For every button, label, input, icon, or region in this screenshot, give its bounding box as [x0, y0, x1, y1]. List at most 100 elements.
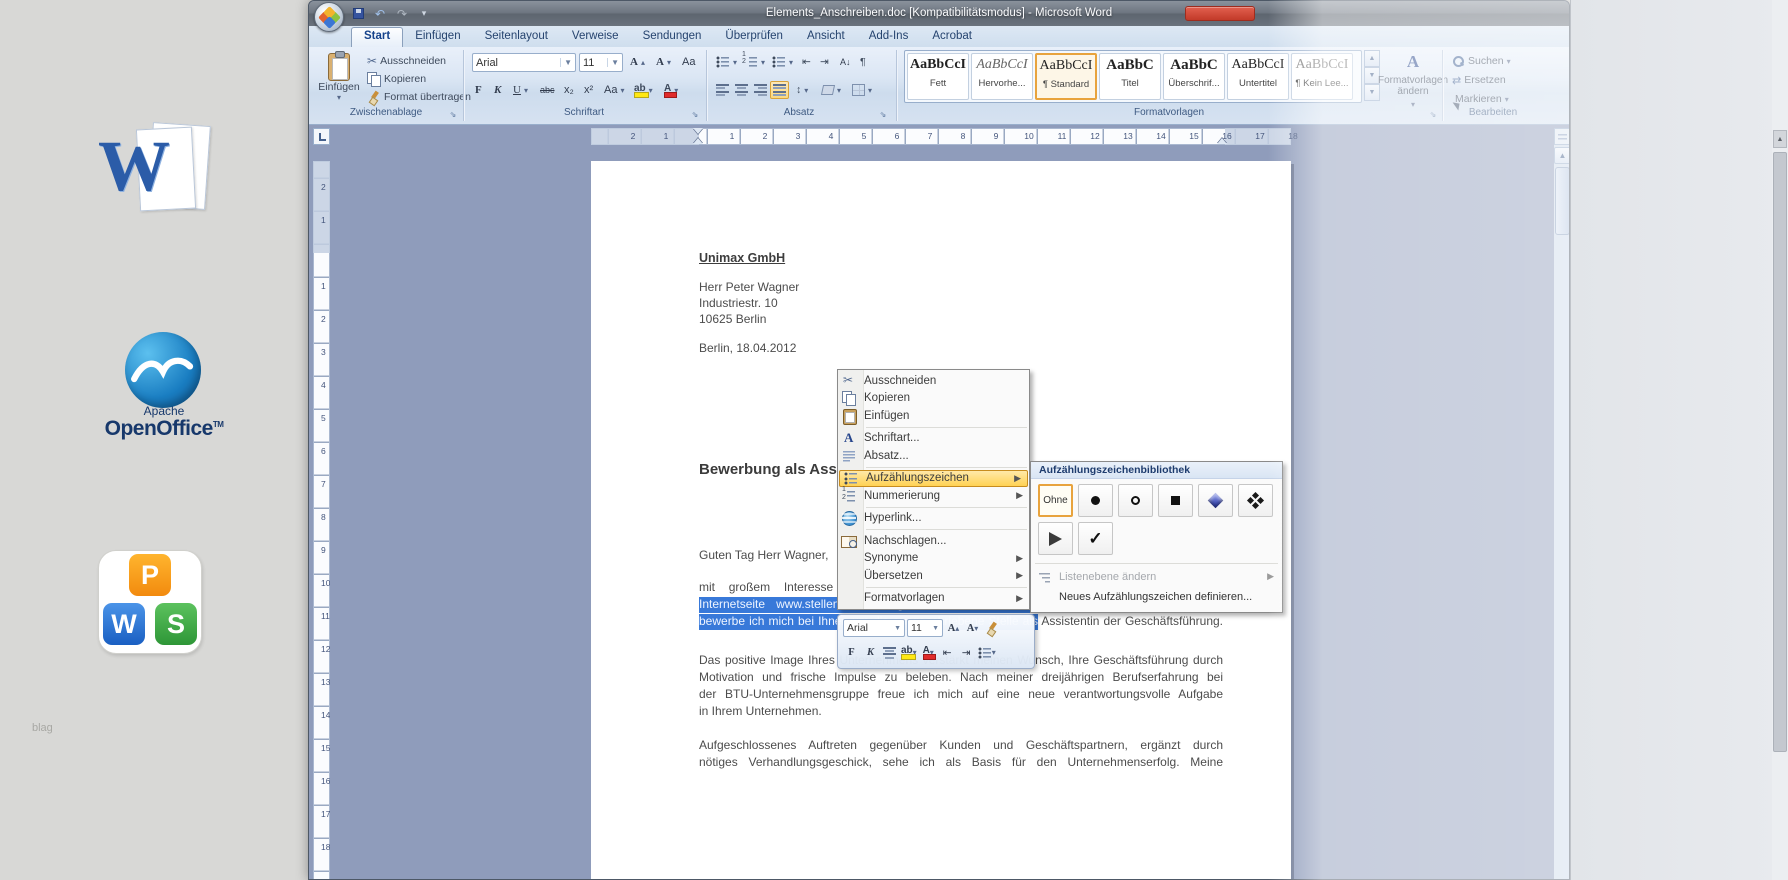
- bullet-option-fourdiamond[interactable]: [1238, 484, 1273, 517]
- tab-start[interactable]: Start: [351, 27, 403, 47]
- document-scrollbar[interactable]: ▲: [1554, 128, 1570, 880]
- highlight-color-button[interactable]: ab▾: [631, 81, 656, 99]
- increase-indent-button[interactable]: ⇥: [817, 53, 832, 71]
- align-left-button[interactable]: [713, 81, 732, 99]
- wps-desktop-icon[interactable]: P W S: [98, 550, 202, 654]
- redo-button[interactable]: ↷: [393, 5, 411, 22]
- scroll-up-button[interactable]: ▲: [1554, 147, 1570, 164]
- context-menu-item-formatvorlagen[interactable]: Formatvorlagen▶: [838, 590, 1029, 608]
- align-right-button[interactable]: [751, 81, 770, 99]
- find-button[interactable]: Suchen▾: [1449, 52, 1514, 70]
- paragraph-dialog-launcher[interactable]: ⇘: [877, 108, 889, 120]
- doc-city-line[interactable]: 10625 Berlin: [699, 312, 1223, 329]
- doc-paragraph-line[interactable]: der BTU-Unternehmensgruppe freue ich mic…: [699, 687, 1223, 704]
- style-kein-lee[interactable]: AaBbCcI¶ Kein Lee...: [1291, 53, 1353, 100]
- superscript-button[interactable]: x²: [581, 81, 596, 99]
- context-menu-item-schriftart[interactable]: Schriftart...: [838, 430, 1029, 448]
- justify-button[interactable]: [770, 81, 789, 99]
- style-titel[interactable]: AaBbCTitel: [1099, 53, 1161, 100]
- mini-align-center-button[interactable]: [881, 644, 898, 661]
- format-painter-button[interactable]: Format übertragen: [364, 88, 474, 106]
- clear-formatting-button[interactable]: Aa: [679, 53, 698, 71]
- mini-shrink-font-button[interactable]: A▾: [964, 620, 981, 637]
- context-menu-item-synonyme[interactable]: Synonyme▶: [838, 550, 1029, 568]
- tab-einfügen[interactable]: Einfügen: [403, 27, 472, 47]
- page-scrollbar[interactable]: ▲: [1772, 0, 1788, 880]
- mini-bullets-button[interactable]: ▾: [977, 644, 997, 661]
- vertical-ruler[interactable]: 21123456789101112131415161718: [313, 147, 330, 880]
- context-menu-item-hyperlink[interactable]: Hyperlink...: [838, 510, 1029, 528]
- context-menu-item-absatz[interactable]: Absatz...: [838, 447, 1029, 465]
- context-menu-item-aufzählungszeichen[interactable]: Aufzählungszeichen▶: [839, 470, 1028, 488]
- subscript-button[interactable]: x₂: [561, 81, 577, 99]
- replace-button[interactable]: Ersetzen: [1449, 71, 1509, 89]
- qat-customize-button[interactable]: ▾: [415, 5, 433, 22]
- mini-font-color-button[interactable]: A▾: [920, 644, 937, 661]
- mini-italic-button[interactable]: K: [862, 644, 879, 661]
- strikethrough-button[interactable]: abc: [537, 81, 558, 99]
- mini-grow-font-button[interactable]: A▴: [945, 620, 962, 637]
- openoffice-desktop-icon[interactable]: Apache OpenOfficeTM: [95, 332, 233, 444]
- page-scrollbar-thumb[interactable]: [1773, 152, 1787, 752]
- bullet-option-none[interactable]: Ohne: [1038, 484, 1073, 517]
- context-menu-item-nummerierung[interactable]: Nummerierung▶: [838, 487, 1029, 505]
- context-menu-item-nachschlagen[interactable]: Nachschlagen...: [838, 532, 1029, 550]
- doc-paragraph-line[interactable]: Motivation und frische Impulse zu belebe…: [699, 670, 1223, 687]
- doc-paragraph-line[interactable]: nötiges Verhandlungsgeschick, sehe ich a…: [699, 755, 1223, 772]
- style-hervorhe[interactable]: AaBbCcIHervorhe...: [971, 53, 1033, 100]
- style-überschrif[interactable]: AaBbCÜberschrif...: [1163, 53, 1225, 100]
- style-untertitel[interactable]: AaBbCcIUntertitel: [1227, 53, 1289, 100]
- context-menu-item-einfügen[interactable]: Einfügen: [838, 407, 1029, 425]
- first-line-indent-marker[interactable]: [693, 128, 703, 134]
- align-center-button[interactable]: [732, 81, 751, 99]
- undo-button[interactable]: ↶: [371, 5, 389, 22]
- doc-paragraph-line[interactable]: Aufgeschlossenes Auftreten gegenüber Kun…: [699, 738, 1223, 755]
- decrease-indent-button[interactable]: ⇤: [799, 53, 814, 71]
- style-standard[interactable]: AaBbCcI¶ Standard: [1035, 53, 1097, 100]
- doc-paragraph-line[interactable]: in Ihrem Unternehmen.: [699, 704, 1223, 721]
- borders-button[interactable]: ▾: [849, 81, 875, 99]
- multilevel-list-button[interactable]: ▾: [769, 53, 796, 71]
- ruler-toggle-button[interactable]: [1554, 128, 1570, 145]
- clipboard-dialog-launcher[interactable]: ⇘: [447, 108, 459, 120]
- paste-button[interactable]: Einfügen ▾: [316, 50, 362, 106]
- tab-ansicht[interactable]: Ansicht: [795, 27, 857, 47]
- context-menu-item-übersetzen[interactable]: Übersetzen▶: [838, 567, 1029, 585]
- mini-bold-button[interactable]: F: [843, 644, 860, 661]
- change-case-button[interactable]: Aa▾: [601, 81, 627, 99]
- tab-acrobat[interactable]: Acrobat: [920, 27, 984, 47]
- italic-button[interactable]: K: [491, 81, 504, 99]
- font-color-button[interactable]: A▾: [661, 81, 681, 99]
- mini-font-size-combo[interactable]: 11▼: [907, 619, 943, 637]
- bullet-option-check[interactable]: ✓: [1078, 522, 1113, 555]
- copy-button[interactable]: Kopieren: [364, 70, 429, 88]
- bold-button[interactable]: F: [472, 81, 485, 99]
- doc-company-line[interactable]: Unimax GmbH: [699, 251, 1223, 268]
- gallery-up-button[interactable]: ▲: [1364, 50, 1380, 67]
- context-menu-item-ausschneiden[interactable]: Ausschneiden: [838, 372, 1029, 390]
- font-dialog-launcher[interactable]: ⇘: [689, 108, 701, 120]
- define-new-bullet-item[interactable]: Neues Aufzählungszeichen definieren...: [1033, 588, 1280, 605]
- bullet-option-circle[interactable]: [1118, 484, 1153, 517]
- tab-verweise[interactable]: Verweise: [560, 27, 631, 47]
- save-button[interactable]: [349, 5, 367, 22]
- mini-highlight-button[interactable]: ab▾: [900, 644, 918, 661]
- cut-button[interactable]: Ausschneiden: [364, 52, 449, 70]
- tab-add-ins[interactable]: Add-Ins: [857, 27, 921, 47]
- show-paragraph-marks-button[interactable]: ¶: [857, 53, 869, 71]
- doc-street-line[interactable]: Industriestr. 10: [699, 296, 1223, 313]
- hanging-indent-marker[interactable]: [693, 138, 703, 144]
- office-button[interactable]: [314, 2, 344, 32]
- word-desktop-icon[interactable]: W: [98, 118, 220, 218]
- page-scroll-up-button[interactable]: ▲: [1773, 130, 1787, 148]
- tab-selector[interactable]: [313, 128, 330, 145]
- numbering-button[interactable]: ▾: [741, 53, 768, 71]
- line-spacing-button[interactable]: ↕▾: [793, 81, 811, 99]
- shading-button[interactable]: ▾: [819, 81, 844, 99]
- bullet-option-diamond3d[interactable]: [1198, 484, 1233, 517]
- select-button[interactable]: Markieren▾: [1449, 90, 1512, 108]
- horizontal-ruler[interactable]: 21123456789101112131415161718: [333, 128, 1554, 145]
- bullet-option-disc[interactable]: [1078, 484, 1113, 517]
- context-menu-item-kopieren[interactable]: Kopieren: [838, 390, 1029, 408]
- scrollbar-thumb[interactable]: [1555, 167, 1570, 235]
